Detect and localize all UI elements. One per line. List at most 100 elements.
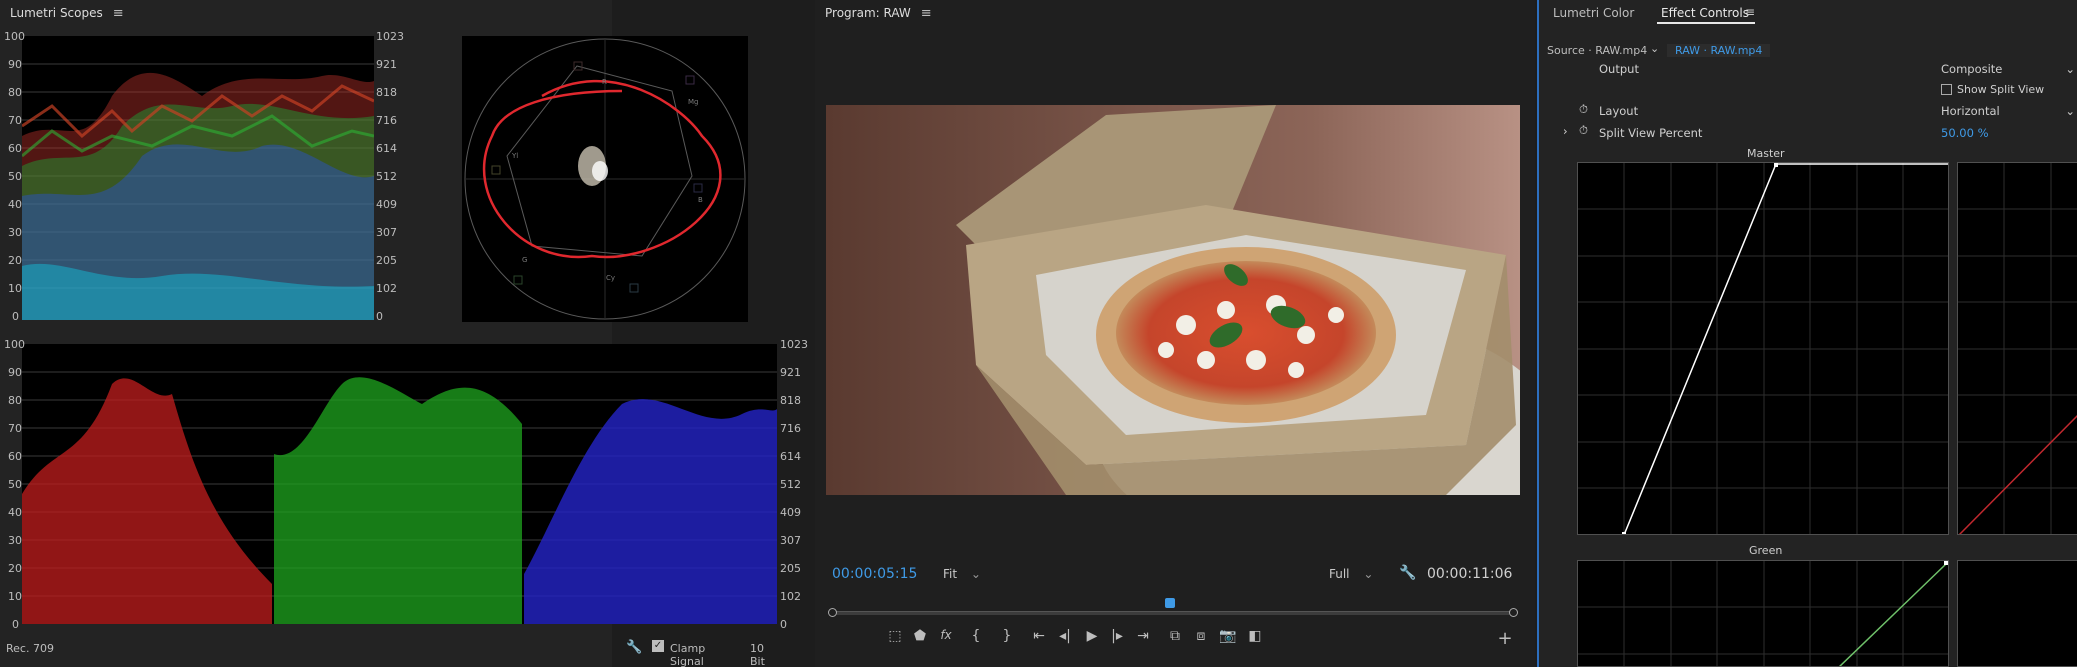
program-menu-icon[interactable]: ≡ — [921, 6, 932, 21]
scopes-colorspace[interactable]: Rec. 709 — [6, 642, 54, 655]
split-view-label: Show Split View — [1957, 83, 2045, 96]
lift-extract-icon[interactable]: ⬚ — [885, 628, 905, 644]
master-curve-graph[interactable] — [1577, 162, 1949, 535]
axis-tick: 60 — [8, 142, 22, 155]
vector-label-b: B — [698, 196, 703, 204]
current-timecode[interactable]: 00:00:05:15 — [832, 566, 917, 582]
split-view-checkbox[interactable] — [1941, 84, 1952, 95]
chevron-down-icon: ⌄ — [2065, 62, 2075, 76]
tab-underline — [1657, 22, 1755, 24]
tab-effect-controls[interactable]: Effect Controls — [1661, 6, 1749, 20]
output-label: Output — [1599, 62, 1639, 76]
mark-in-icon[interactable]: { — [966, 628, 986, 644]
axis-tick: 30 — [8, 226, 22, 239]
go-to-in-icon[interactable]: ⇤ — [1029, 628, 1049, 644]
vector-label-yl: Yl — [511, 152, 518, 160]
vector-label-g: G — [522, 256, 527, 264]
axis-tick: 100 — [4, 338, 25, 351]
rgb-waveform-right-axis: 1023 921 818 716 614 512 409 307 205 102… — [376, 30, 410, 323]
split-percent-label: Split View Percent — [1599, 126, 1703, 140]
axis-tick: 409 — [780, 506, 801, 519]
vector-label-r: R — [602, 78, 607, 86]
layout-value: Horizontal — [1941, 104, 2000, 118]
axis-tick: 102 — [780, 590, 801, 603]
scrubber-end-handle[interactable] — [1509, 608, 1518, 617]
program-monitor-panel: Program: RAW ≡ 00:00:05:15 Fit ⌄ Full ⌄ … — [815, 0, 1535, 667]
stopwatch-icon[interactable]: ⏱ — [1579, 123, 1588, 138]
axis-tick: 90 — [8, 58, 22, 71]
axis-tick: 1023 — [780, 338, 808, 351]
chevron-down-icon[interactable]: ⌄ — [1650, 42, 1659, 55]
zoom-fit-dropdown[interactable]: Fit — [943, 567, 981, 581]
rgb-parade-scope — [22, 344, 777, 624]
overwrite-icon[interactable]: ⧈ — [1191, 628, 1211, 644]
axis-tick: 205 — [780, 562, 801, 575]
axis-tick: 921 — [780, 366, 801, 379]
insert-icon[interactable]: ⧉ — [1165, 628, 1185, 644]
axis-tick: 102 — [376, 282, 397, 295]
add-marker-icon[interactable]: ⬟ — [910, 628, 930, 644]
red-curve-graph[interactable] — [1957, 162, 2077, 535]
timeline-scrubber[interactable] — [828, 598, 1518, 618]
add-button-icon[interactable]: + — [1495, 628, 1515, 649]
source-row: Source · RAW.mp4 ⌄ RAW · RAW.mp4 — [1539, 42, 2077, 62]
rgb-waveform-left-axis: 100 90 80 70 60 50 40 30 20 10 0 — [0, 30, 25, 323]
export-frame-camera-icon[interactable]: 📷 — [1218, 628, 1238, 644]
axis-tick: 716 — [780, 422, 801, 435]
stopwatch-icon[interactable]: ⏱ — [1579, 102, 1588, 117]
green-curve-graph[interactable] — [1577, 560, 1949, 667]
vectorscope: R Mg B Cy G Yl — [462, 36, 748, 322]
axis-tick: 0 — [376, 310, 383, 323]
resolution-value: Full — [1329, 567, 1350, 581]
comparison-view-icon[interactable]: ◧ — [1245, 628, 1265, 644]
vector-label-mg: Mg — [688, 98, 698, 106]
step-forward-icon[interactable]: |▸ — [1107, 628, 1127, 644]
scrubber-track — [832, 611, 1514, 615]
clamp-signal-label: Clamp Signal — [670, 642, 706, 667]
tab-lumetri-color[interactable]: Lumetri Color — [1553, 6, 1634, 20]
expand-chevron-icon[interactable]: › — [1563, 124, 1568, 138]
axis-tick: 1023 — [376, 30, 404, 43]
program-video-frame[interactable] — [826, 105, 1520, 495]
program-header: Program: RAW ≡ — [815, 0, 1535, 26]
wrench-icon[interactable]: 🔧 — [626, 640, 642, 655]
axis-tick: 70 — [8, 114, 22, 127]
axis-tick: 30 — [8, 534, 22, 547]
clamp-signal-checkbox[interactable]: ✓ — [652, 640, 664, 652]
blue-curve-graph[interactable] — [1957, 560, 2077, 667]
axis-tick: 614 — [780, 450, 801, 463]
pizza-box-image — [826, 105, 1520, 495]
axis-tick: 512 — [376, 170, 397, 183]
split-percent-value[interactable]: 50.00 % — [1941, 126, 1989, 140]
play-icon[interactable]: ▶ — [1082, 628, 1102, 644]
go-to-out-icon[interactable]: ⇥ — [1133, 628, 1153, 644]
step-back-icon[interactable]: ◂| — [1055, 628, 1075, 644]
rgb-parade-left-axis: 100 90 80 70 60 50 40 30 20 10 0 — [0, 338, 25, 631]
effect-controls-menu-icon[interactable]: ≡ — [1745, 5, 1755, 19]
output-dropdown[interactable]: Composite ⌄ — [1941, 62, 2077, 76]
playback-resolution-dropdown[interactable]: Full — [1329, 567, 1373, 581]
master-curve-label: Master — [1747, 147, 1785, 160]
bit-depth-dropdown[interactable]: 10 Bit ⌄ — [750, 642, 767, 667]
clip-label[interactable]: RAW · RAW.mp4 — [1667, 44, 1771, 57]
axis-tick: 50 — [8, 170, 22, 183]
effect-controls-panel: Lumetri Color Effect Controls ≡ Source ·… — [1537, 0, 2077, 667]
axis-tick: 409 — [376, 198, 397, 211]
output-value: Composite — [1941, 62, 2003, 76]
scrubber-start-handle[interactable] — [828, 608, 837, 617]
chevron-down-icon: ⌄ — [2065, 104, 2075, 118]
layout-dropdown[interactable]: Horizontal ⌄ — [1941, 104, 2077, 118]
axis-tick: 818 — [780, 394, 801, 407]
axis-tick: 90 — [8, 366, 22, 379]
scopes-menu-icon[interactable]: ≡ — [113, 6, 124, 21]
axis-tick: 716 — [376, 114, 397, 127]
axis-tick: 512 — [780, 478, 801, 491]
fx-icon[interactable]: fx — [936, 628, 956, 642]
playhead[interactable] — [1165, 598, 1175, 608]
mark-out-icon[interactable]: } — [997, 628, 1017, 644]
program-title: Program: RAW — [825, 6, 911, 20]
source-label[interactable]: Source · RAW.mp4 — [1547, 44, 1647, 57]
layout-label: Layout — [1599, 104, 1639, 118]
axis-tick: 10 — [8, 590, 22, 603]
settings-wrench-icon[interactable]: 🔧 — [1399, 565, 1416, 581]
